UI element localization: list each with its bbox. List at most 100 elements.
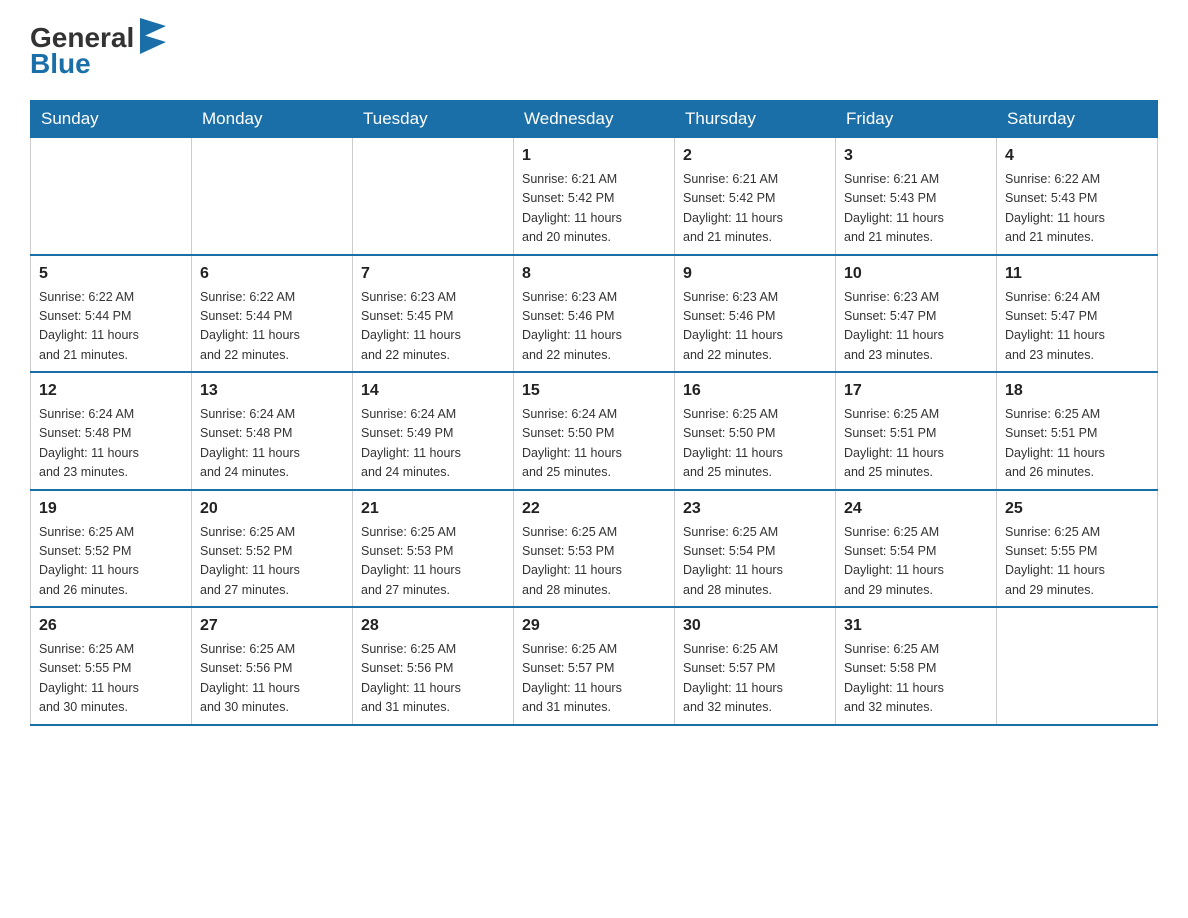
calendar-cell: 21Sunrise: 6:25 AM Sunset: 5:53 PM Dayli… — [353, 490, 514, 608]
calendar-cell: 26Sunrise: 6:25 AM Sunset: 5:55 PM Dayli… — [31, 607, 192, 725]
day-info: Sunrise: 6:24 AM Sunset: 5:48 PM Dayligh… — [200, 405, 344, 483]
calendar-cell: 7Sunrise: 6:23 AM Sunset: 5:45 PM Daylig… — [353, 255, 514, 373]
day-number: 31 — [844, 614, 988, 638]
day-info: Sunrise: 6:23 AM Sunset: 5:45 PM Dayligh… — [361, 288, 505, 366]
day-info: Sunrise: 6:22 AM Sunset: 5:43 PM Dayligh… — [1005, 170, 1149, 248]
page-header: General Blue — [30, 20, 1158, 80]
day-number: 18 — [1005, 379, 1149, 403]
day-info: Sunrise: 6:24 AM Sunset: 5:49 PM Dayligh… — [361, 405, 505, 483]
day-info: Sunrise: 6:25 AM Sunset: 5:56 PM Dayligh… — [200, 640, 344, 718]
day-info: Sunrise: 6:24 AM Sunset: 5:50 PM Dayligh… — [522, 405, 666, 483]
day-info: Sunrise: 6:25 AM Sunset: 5:50 PM Dayligh… — [683, 405, 827, 483]
calendar-cell: 9Sunrise: 6:23 AM Sunset: 5:46 PM Daylig… — [675, 255, 836, 373]
day-header-friday: Friday — [836, 101, 997, 138]
day-number: 27 — [200, 614, 344, 638]
logo-flag-icon — [136, 16, 170, 56]
day-number: 23 — [683, 497, 827, 521]
day-info: Sunrise: 6:23 AM Sunset: 5:46 PM Dayligh… — [683, 288, 827, 366]
day-info: Sunrise: 6:25 AM Sunset: 5:53 PM Dayligh… — [522, 523, 666, 601]
calendar-cell: 29Sunrise: 6:25 AM Sunset: 5:57 PM Dayli… — [514, 607, 675, 725]
day-info: Sunrise: 6:25 AM Sunset: 5:54 PM Dayligh… — [683, 523, 827, 601]
calendar-cell: 19Sunrise: 6:25 AM Sunset: 5:52 PM Dayli… — [31, 490, 192, 608]
day-number: 16 — [683, 379, 827, 403]
day-number: 9 — [683, 262, 827, 286]
day-number: 7 — [361, 262, 505, 286]
day-number: 30 — [683, 614, 827, 638]
calendar-cell: 25Sunrise: 6:25 AM Sunset: 5:55 PM Dayli… — [997, 490, 1158, 608]
day-info: Sunrise: 6:25 AM Sunset: 5:55 PM Dayligh… — [39, 640, 183, 718]
calendar-cell: 23Sunrise: 6:25 AM Sunset: 5:54 PM Dayli… — [675, 490, 836, 608]
day-header-saturday: Saturday — [997, 101, 1158, 138]
day-number: 19 — [39, 497, 183, 521]
calendar-cell: 6Sunrise: 6:22 AM Sunset: 5:44 PM Daylig… — [192, 255, 353, 373]
calendar-cell: 14Sunrise: 6:24 AM Sunset: 5:49 PM Dayli… — [353, 372, 514, 490]
calendar-cell: 1Sunrise: 6:21 AM Sunset: 5:42 PM Daylig… — [514, 138, 675, 255]
day-number: 26 — [39, 614, 183, 638]
calendar-cell: 16Sunrise: 6:25 AM Sunset: 5:50 PM Dayli… — [675, 372, 836, 490]
day-info: Sunrise: 6:23 AM Sunset: 5:47 PM Dayligh… — [844, 288, 988, 366]
day-info: Sunrise: 6:25 AM Sunset: 5:53 PM Dayligh… — [361, 523, 505, 601]
day-info: Sunrise: 6:21 AM Sunset: 5:42 PM Dayligh… — [683, 170, 827, 248]
calendar-cell: 17Sunrise: 6:25 AM Sunset: 5:51 PM Dayli… — [836, 372, 997, 490]
day-number: 13 — [200, 379, 344, 403]
calendar-cell — [31, 138, 192, 255]
day-info: Sunrise: 6:23 AM Sunset: 5:46 PM Dayligh… — [522, 288, 666, 366]
day-info: Sunrise: 6:25 AM Sunset: 5:52 PM Dayligh… — [39, 523, 183, 601]
calendar-week-row: 1Sunrise: 6:21 AM Sunset: 5:42 PM Daylig… — [31, 138, 1158, 255]
calendar-cell: 22Sunrise: 6:25 AM Sunset: 5:53 PM Dayli… — [514, 490, 675, 608]
calendar-cell: 27Sunrise: 6:25 AM Sunset: 5:56 PM Dayli… — [192, 607, 353, 725]
day-info: Sunrise: 6:25 AM Sunset: 5:51 PM Dayligh… — [844, 405, 988, 483]
calendar-cell — [353, 138, 514, 255]
day-info: Sunrise: 6:22 AM Sunset: 5:44 PM Dayligh… — [39, 288, 183, 366]
calendar-week-row: 26Sunrise: 6:25 AM Sunset: 5:55 PM Dayli… — [31, 607, 1158, 725]
day-number: 17 — [844, 379, 988, 403]
day-info: Sunrise: 6:25 AM Sunset: 5:57 PM Dayligh… — [683, 640, 827, 718]
day-header-monday: Monday — [192, 101, 353, 138]
calendar-week-row: 19Sunrise: 6:25 AM Sunset: 5:52 PM Dayli… — [31, 490, 1158, 608]
calendar-cell: 18Sunrise: 6:25 AM Sunset: 5:51 PM Dayli… — [997, 372, 1158, 490]
calendar-cell: 2Sunrise: 6:21 AM Sunset: 5:42 PM Daylig… — [675, 138, 836, 255]
calendar-cell: 28Sunrise: 6:25 AM Sunset: 5:56 PM Dayli… — [353, 607, 514, 725]
day-number: 24 — [844, 497, 988, 521]
calendar-cell: 4Sunrise: 6:22 AM Sunset: 5:43 PM Daylig… — [997, 138, 1158, 255]
day-info: Sunrise: 6:22 AM Sunset: 5:44 PM Dayligh… — [200, 288, 344, 366]
day-header-thursday: Thursday — [675, 101, 836, 138]
day-info: Sunrise: 6:21 AM Sunset: 5:42 PM Dayligh… — [522, 170, 666, 248]
calendar-header-row: SundayMondayTuesdayWednesdayThursdayFrid… — [31, 101, 1158, 138]
calendar-cell: 13Sunrise: 6:24 AM Sunset: 5:48 PM Dayli… — [192, 372, 353, 490]
calendar-week-row: 5Sunrise: 6:22 AM Sunset: 5:44 PM Daylig… — [31, 255, 1158, 373]
calendar-cell: 5Sunrise: 6:22 AM Sunset: 5:44 PM Daylig… — [31, 255, 192, 373]
logo-blue: Blue — [30, 48, 91, 80]
calendar-cell: 12Sunrise: 6:24 AM Sunset: 5:48 PM Dayli… — [31, 372, 192, 490]
day-number: 20 — [200, 497, 344, 521]
day-info: Sunrise: 6:25 AM Sunset: 5:54 PM Dayligh… — [844, 523, 988, 601]
calendar-cell: 20Sunrise: 6:25 AM Sunset: 5:52 PM Dayli… — [192, 490, 353, 608]
day-number: 21 — [361, 497, 505, 521]
calendar-cell: 3Sunrise: 6:21 AM Sunset: 5:43 PM Daylig… — [836, 138, 997, 255]
day-header-wednesday: Wednesday — [514, 101, 675, 138]
day-info: Sunrise: 6:25 AM Sunset: 5:51 PM Dayligh… — [1005, 405, 1149, 483]
day-number: 15 — [522, 379, 666, 403]
day-info: Sunrise: 6:21 AM Sunset: 5:43 PM Dayligh… — [844, 170, 988, 248]
day-number: 14 — [361, 379, 505, 403]
calendar-cell — [997, 607, 1158, 725]
day-number: 25 — [1005, 497, 1149, 521]
calendar-cell: 8Sunrise: 6:23 AM Sunset: 5:46 PM Daylig… — [514, 255, 675, 373]
day-info: Sunrise: 6:25 AM Sunset: 5:52 PM Dayligh… — [200, 523, 344, 601]
day-info: Sunrise: 6:24 AM Sunset: 5:48 PM Dayligh… — [39, 405, 183, 483]
logo: General Blue — [30, 20, 170, 80]
day-number: 29 — [522, 614, 666, 638]
day-number: 1 — [522, 144, 666, 168]
day-number: 8 — [522, 262, 666, 286]
calendar-week-row: 12Sunrise: 6:24 AM Sunset: 5:48 PM Dayli… — [31, 372, 1158, 490]
day-number: 6 — [200, 262, 344, 286]
day-info: Sunrise: 6:25 AM Sunset: 5:58 PM Dayligh… — [844, 640, 988, 718]
day-info: Sunrise: 6:25 AM Sunset: 5:55 PM Dayligh… — [1005, 523, 1149, 601]
day-number: 10 — [844, 262, 988, 286]
day-header-sunday: Sunday — [31, 101, 192, 138]
calendar-cell: 10Sunrise: 6:23 AM Sunset: 5:47 PM Dayli… — [836, 255, 997, 373]
calendar-cell — [192, 138, 353, 255]
day-number: 4 — [1005, 144, 1149, 168]
day-number: 3 — [844, 144, 988, 168]
day-number: 22 — [522, 497, 666, 521]
